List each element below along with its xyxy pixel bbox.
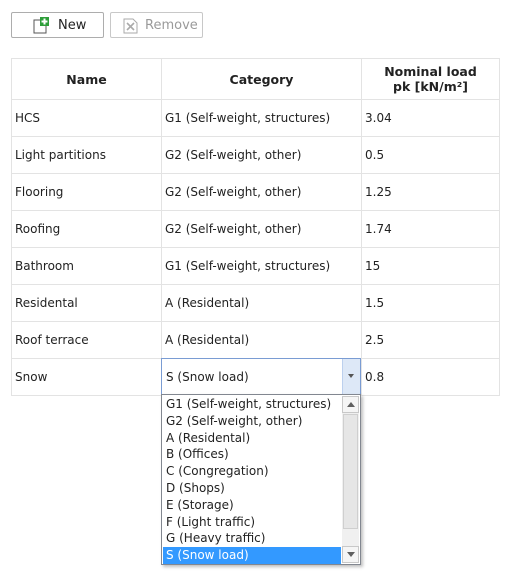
scrollbar-thumb[interactable] [343, 414, 358, 529]
new-button-label: New [58, 17, 87, 33]
cell-name[interactable]: Residental [11, 284, 162, 322]
category-combobox[interactable]: S (Snow load) [161, 358, 361, 395]
scroll-up-icon[interactable] [342, 396, 359, 413]
cell-load[interactable]: 15 [361, 247, 500, 285]
cell-name[interactable]: HCS [11, 99, 162, 137]
cell-load[interactable]: 3.04 [361, 99, 500, 137]
remove-button[interactable]: Remove [110, 12, 203, 38]
dropdown-option[interactable]: F (Light traffic) [163, 514, 341, 531]
table-row[interactable]: Light partitions G2 (Self-weight, other)… [11, 136, 500, 174]
new-button[interactable]: New [11, 12, 104, 38]
scroll-down-icon[interactable] [342, 546, 359, 563]
cell-name[interactable]: Roof terrace [11, 321, 162, 359]
dropdown-option[interactable]: B (Offices) [163, 446, 341, 463]
table-row[interactable]: Residental A (Residental) 1.5 [11, 284, 500, 322]
dropdown-option[interactable]: D (Shops) [163, 480, 341, 497]
cell-category[interactable]: G2 (Self-weight, other) [161, 136, 362, 174]
cell-name[interactable]: Light partitions [11, 136, 162, 174]
dropdown-option[interactable]: G (Heavy traffic) [163, 530, 341, 547]
cell-name[interactable]: Flooring [11, 173, 162, 211]
combobox-value: S (Snow load) [166, 370, 249, 384]
cell-load[interactable]: 0.5 [361, 136, 500, 174]
category-dropdown-list[interactable]: G1 (Self-weight, structures) G2 (Self-we… [161, 394, 361, 565]
cell-category[interactable]: G2 (Self-weight, other) [161, 173, 362, 211]
cell-category[interactable]: A (Residental) [161, 284, 362, 322]
remove-document-icon [122, 17, 139, 34]
dropdown-option[interactable]: G2 (Self-weight, other) [163, 413, 341, 430]
dropdown-option[interactable]: G1 (Self-weight, structures) [163, 396, 341, 413]
dropdown-scrollbar[interactable] [342, 396, 359, 563]
cell-name[interactable]: Bathroom [11, 247, 162, 285]
cell-load[interactable]: 1.74 [361, 210, 500, 248]
cell-category[interactable]: G1 (Self-weight, structures) [161, 99, 362, 137]
header-name[interactable]: Name [11, 58, 162, 100]
cell-load[interactable]: 1.5 [361, 284, 500, 322]
cell-load[interactable]: 1.25 [361, 173, 500, 211]
cell-category[interactable]: G1 (Self-weight, structures) [161, 247, 362, 285]
cell-load[interactable]: 0.8 [361, 358, 500, 396]
table-row[interactable]: Roofing G2 (Self-weight, other) 1.74 [11, 210, 500, 248]
add-document-icon [32, 16, 49, 34]
chevron-down-icon[interactable] [342, 359, 360, 394]
dropdown-option[interactable]: E (Storage) [163, 497, 341, 514]
cell-category[interactable]: G2 (Self-weight, other) [161, 210, 362, 248]
table-row[interactable]: HCS G1 (Self-weight, structures) 3.04 [11, 99, 500, 137]
loads-table: Name Category Nominal load pk [kN/m²] HC… [11, 58, 500, 396]
header-nominal-load[interactable]: Nominal load pk [kN/m²] [361, 58, 500, 100]
table-header-row: Name Category Nominal load pk [kN/m²] [11, 58, 500, 100]
header-load-line1: Nominal load [384, 64, 477, 79]
cell-name[interactable]: Roofing [11, 210, 162, 248]
header-load-line2: pk [kN/m²] [393, 79, 468, 94]
dropdown-option-selected[interactable]: S (Snow load) [163, 547, 341, 564]
header-category[interactable]: Category [161, 58, 362, 100]
table-row[interactable]: Roof terrace A (Residental) 2.5 [11, 321, 500, 359]
table-row[interactable]: Flooring G2 (Self-weight, other) 1.25 [11, 173, 500, 211]
cell-name[interactable]: Snow [11, 358, 162, 396]
table-row[interactable]: Bathroom G1 (Self-weight, structures) 15 [11, 247, 500, 285]
cell-load[interactable]: 2.5 [361, 321, 500, 359]
dropdown-option[interactable]: A (Residental) [163, 430, 341, 447]
cell-category[interactable]: A (Residental) [161, 321, 362, 359]
remove-button-label: Remove [145, 17, 198, 33]
dropdown-option[interactable]: C (Congregation) [163, 463, 341, 480]
